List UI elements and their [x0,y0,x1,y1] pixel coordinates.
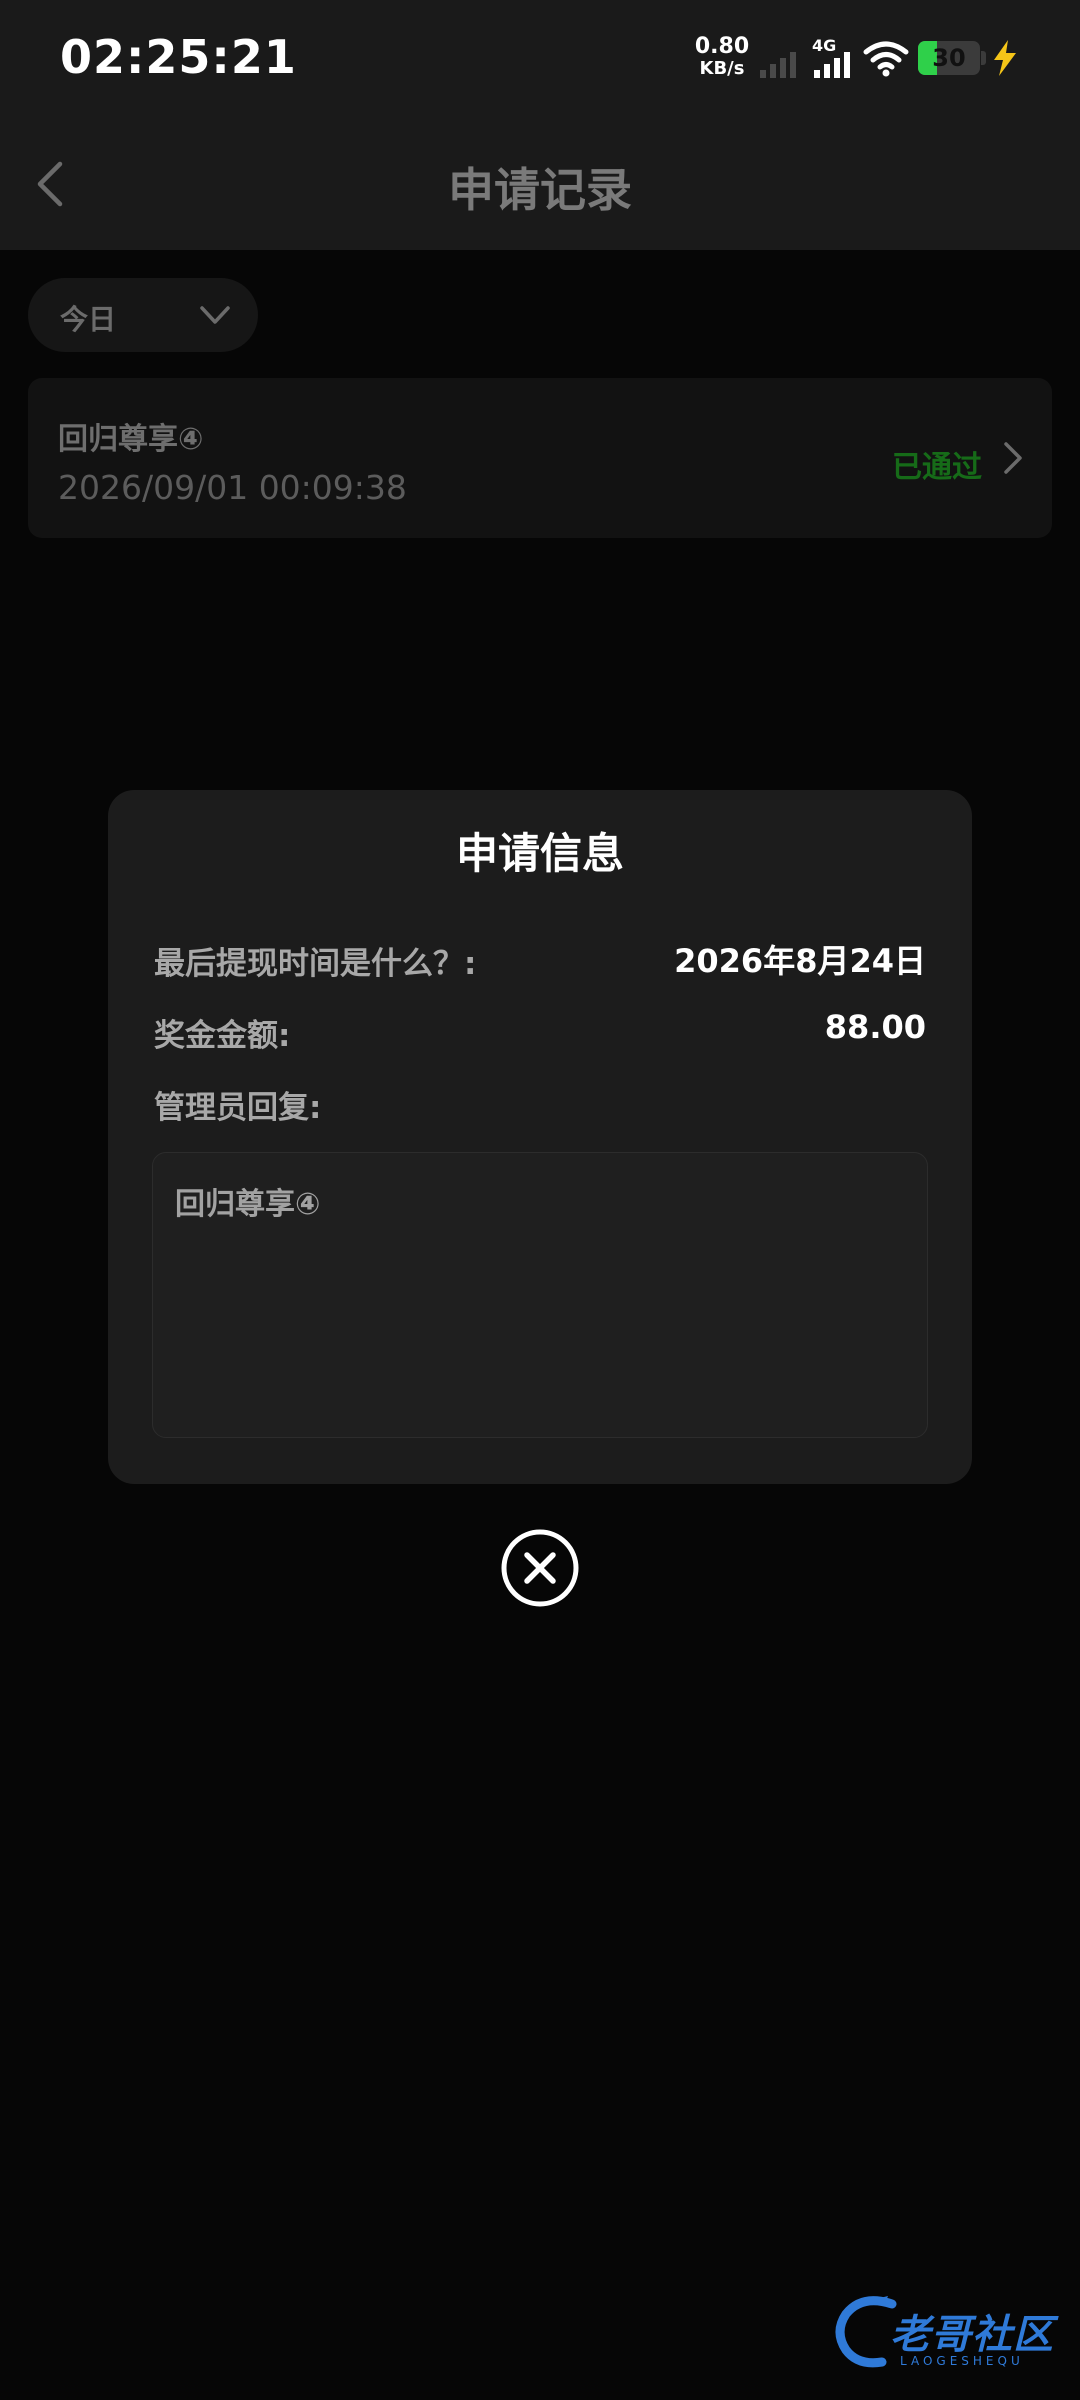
record-time: 2026/09/01 00:09:38 [58,468,407,507]
signal-sim2-icon [814,52,850,78]
close-dialog-button[interactable] [500,1528,580,1608]
watermark-subtext: LAOGESHEQU [900,2354,1024,2368]
network-speed-value: 0.80 [694,34,750,59]
close-icon [524,1552,556,1584]
dialog-title: 申请信息 [455,829,624,878]
chevron-down-icon [200,306,230,324]
screen: 02:25:21 0.80 KB/s 4G 30 申请记录 今日 回归尊享④ 2… [0,0,1080,2400]
withdraw-time-label: 最后提现时间是什么？: [154,946,477,982]
date-filter-label: 今日 [60,303,117,336]
page-title: 申请记录 [448,163,632,217]
network-speed-unit: KB/s [699,58,745,79]
status-time: 02:25:21 [60,30,297,84]
network-speed: 0.80 KB/s [694,36,750,80]
signal-sim1-icon [760,52,796,78]
charging-icon [994,40,1016,76]
status-bar: 02:25:21 0.80 KB/s 4G 30 [0,0,1080,120]
wifi-icon [863,41,909,77]
battery-cap [981,51,986,65]
withdraw-time-value: 2026年8月24日 [674,942,926,980]
watermark-text: 老哥社区 [890,2312,1054,2358]
record-list-item[interactable]: 回归尊享④ 2026/09/01 00:09:38 已通过 [28,378,1052,538]
record-status-badge: 已通过 [892,450,982,485]
record-title: 回归尊享④ [58,422,204,457]
chevron-right-icon [1004,442,1022,474]
admin-reply-box: 回归尊享④ [152,1152,928,1438]
bonus-amount-label: 奖金金额: [154,1018,291,1054]
battery-level: 30 [932,44,966,72]
app-header: 申请记录 [0,120,1080,250]
admin-reply-text: 回归尊享④ [175,1187,321,1222]
admin-reply-label: 管理员回复: [154,1090,322,1126]
battery-icon: 30 [918,41,980,75]
date-filter-dropdown[interactable]: 今日 [28,278,258,352]
bonus-amount-value: 88.00 [824,1008,926,1046]
application-info-dialog: 申请信息 最后提现时间是什么？: 2026年8月24日 奖金金额: 88.00 … [108,790,972,1484]
